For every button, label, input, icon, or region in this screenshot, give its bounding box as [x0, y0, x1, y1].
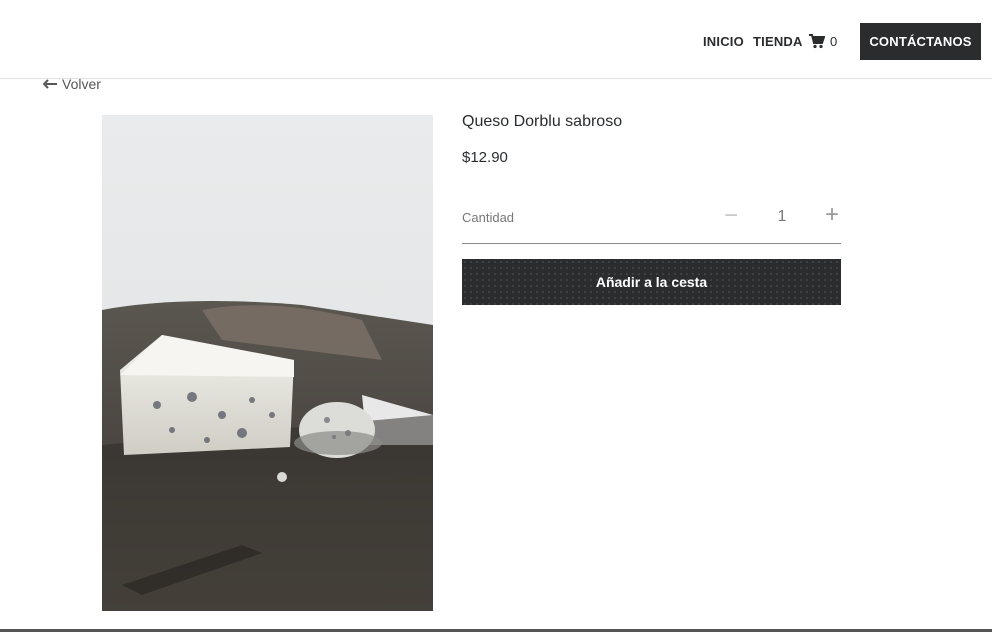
- product-title: Queso Dorblu sabroso: [462, 113, 623, 130]
- product-price: $12.90: [462, 149, 508, 166]
- quantity-value[interactable]: 1: [772, 208, 792, 226]
- back-label: Volver: [62, 76, 101, 92]
- contact-button[interactable]: CONTÁCTANOS: [860, 23, 981, 60]
- cart-button[interactable]: 0: [809, 31, 837, 51]
- arrow-left-icon: [43, 79, 57, 89]
- quantity-label: Cantidad: [462, 210, 515, 225]
- site-header: INICIO TIENDA 0 CONTÁCTANOS: [0, 0, 992, 79]
- nav-link-inicio[interactable]: INICIO: [703, 31, 744, 51]
- cart-icon: [809, 33, 825, 48]
- nav-link-tienda[interactable]: TIENDA: [753, 31, 803, 51]
- product-image: [102, 115, 433, 611]
- back-link[interactable]: Volver: [43, 75, 101, 93]
- cheese-photo: [102, 115, 433, 611]
- quantity-stepper: Cantidad − 1 +: [462, 196, 841, 244]
- quantity-increase-button[interactable]: +: [820, 203, 844, 227]
- quantity-decrease-button[interactable]: −: [719, 204, 743, 228]
- add-to-cart-button[interactable]: Añadir a la cesta: [462, 259, 841, 305]
- cart-count: 0: [830, 33, 838, 49]
